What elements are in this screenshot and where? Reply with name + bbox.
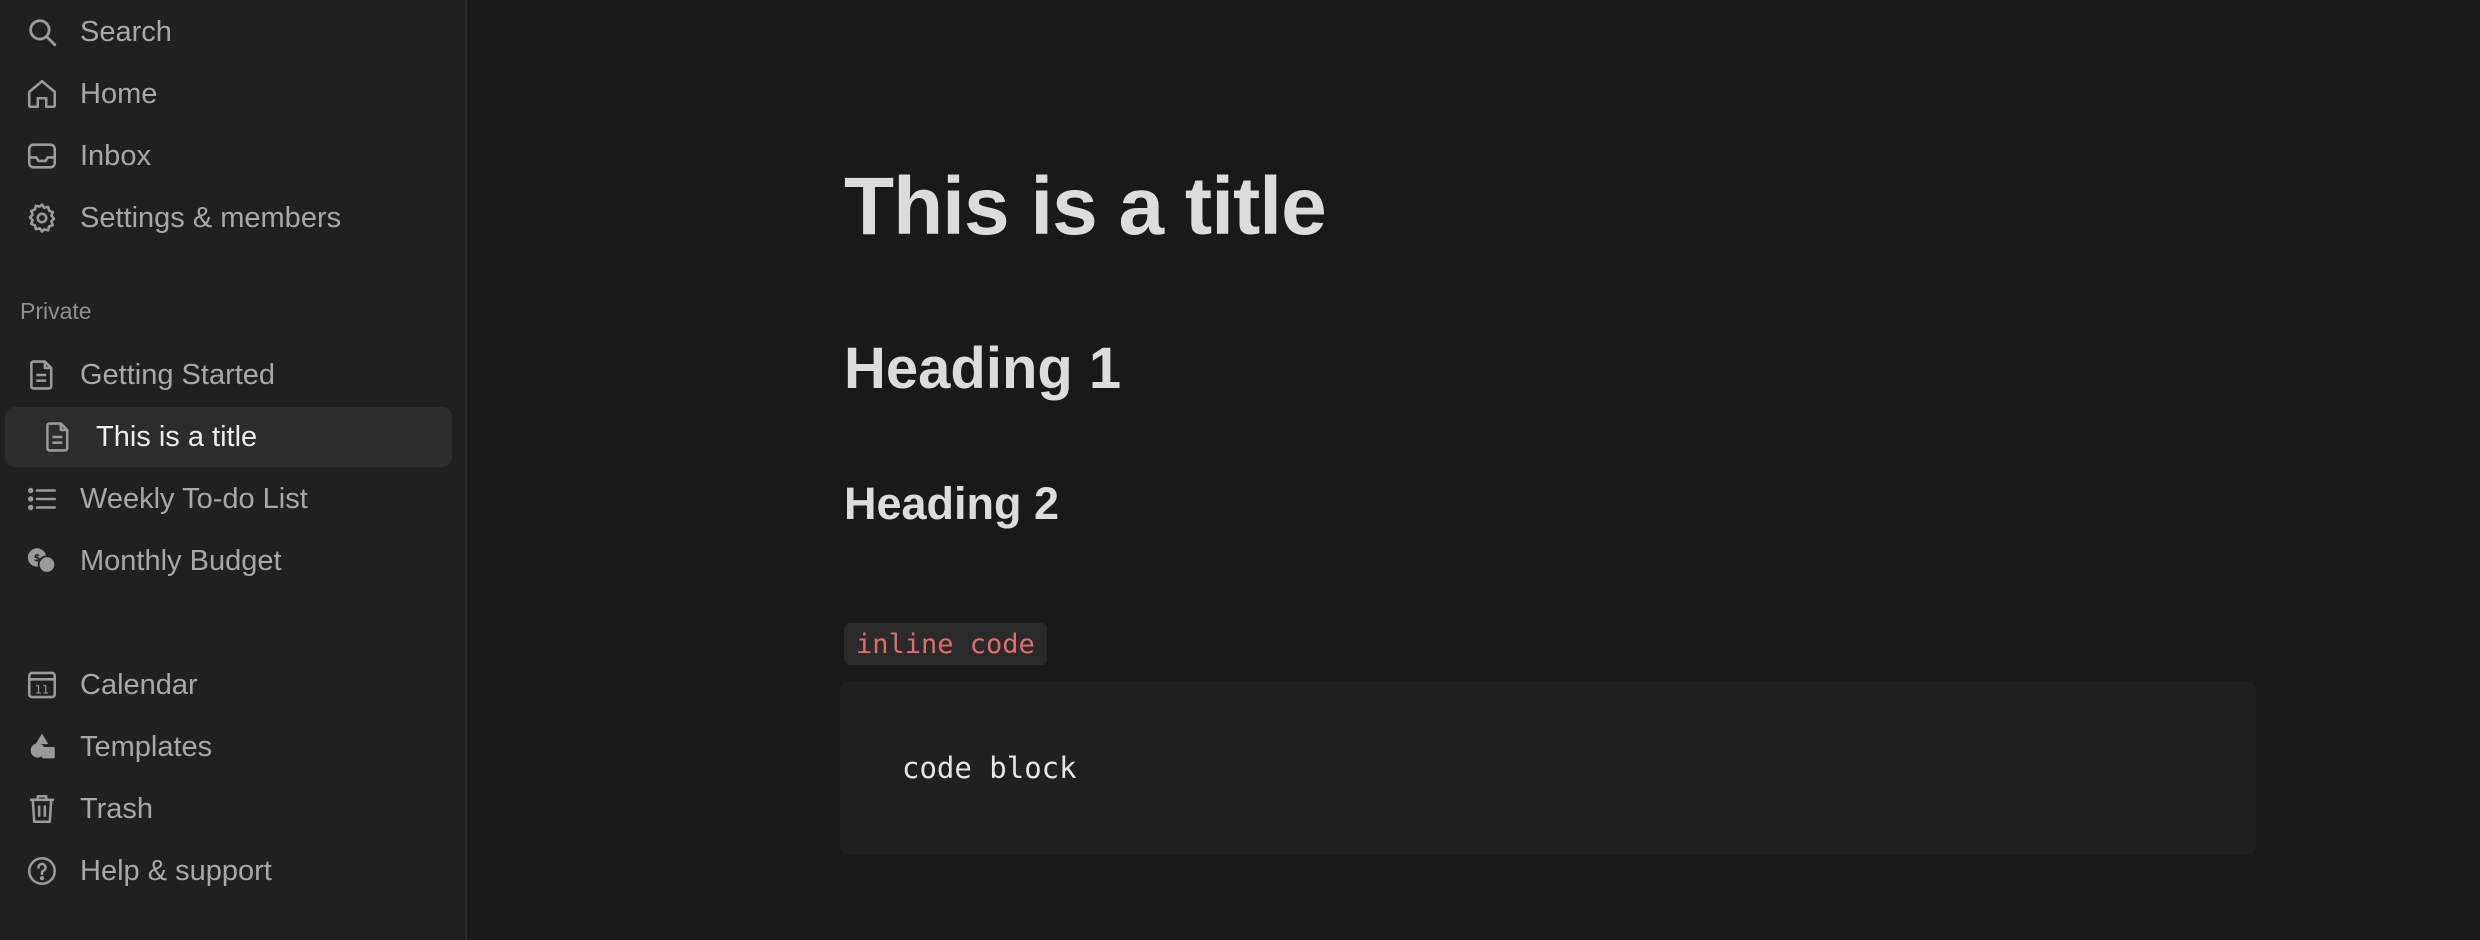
svg-text:11: 11 bbox=[35, 683, 49, 697]
heading-2[interactable]: Heading 2 bbox=[844, 478, 1059, 530]
document-icon bbox=[22, 355, 62, 395]
app-window: Search Home Inbox Settings & members Pri… bbox=[0, 0, 2480, 940]
sidebar-item-label: Templates bbox=[80, 730, 213, 763]
trash-icon bbox=[22, 789, 62, 829]
sidebar-item-help[interactable]: Help & support bbox=[5, 841, 452, 901]
page-title[interactable]: This is a title bbox=[844, 160, 1327, 254]
sidebar-item-home[interactable]: Home bbox=[5, 64, 452, 124]
coins-icon: $ bbox=[22, 541, 62, 581]
sidebar-item-label: Home bbox=[80, 77, 158, 110]
sidebar-item-templates[interactable]: Templates bbox=[5, 717, 452, 777]
code-block-text: code block bbox=[902, 751, 1077, 785]
sidebar-item-label: Weekly To-do List bbox=[80, 482, 308, 515]
help-icon bbox=[22, 851, 62, 891]
sidebar-item-weekly-todo[interactable]: Weekly To-do List bbox=[5, 469, 452, 529]
sidebar-item-trash[interactable]: Trash bbox=[5, 779, 452, 839]
sidebar-item-label: Help & support bbox=[80, 854, 272, 887]
code-block[interactable]: code block bbox=[840, 682, 2256, 854]
section-label-private: Private bbox=[20, 298, 92, 324]
sidebar-item-inbox[interactable]: Inbox bbox=[5, 126, 452, 186]
list-icon bbox=[22, 479, 62, 519]
heading-1[interactable]: Heading 1 bbox=[844, 335, 1121, 402]
sidebar-item-label: Settings & members bbox=[80, 201, 342, 234]
sidebar-item-label: Search bbox=[80, 15, 172, 48]
sidebar-item-monthly-budget[interactable]: $ Monthly Budget bbox=[5, 531, 452, 591]
gear-icon bbox=[22, 198, 62, 238]
home-icon bbox=[22, 74, 62, 114]
inline-code[interactable]: inline code bbox=[844, 623, 1047, 665]
document-icon bbox=[38, 417, 78, 457]
sidebar-item-search[interactable]: Search bbox=[5, 2, 452, 62]
sidebar: Search Home Inbox Settings & members Pri… bbox=[0, 0, 467, 940]
shapes-icon bbox=[22, 727, 62, 767]
sidebar-item-label: Inbox bbox=[80, 139, 151, 172]
calendar-icon: 11 bbox=[22, 665, 62, 705]
sidebar-item-getting-started[interactable]: Getting Started bbox=[5, 345, 452, 405]
sidebar-item-this-is-a-title[interactable]: This is a title bbox=[5, 407, 452, 467]
sidebar-item-label: Monthly Budget bbox=[80, 544, 282, 577]
inbox-icon bbox=[22, 136, 62, 176]
sidebar-item-label: This is a title bbox=[96, 420, 258, 453]
search-icon bbox=[22, 12, 62, 52]
sidebar-item-settings[interactable]: Settings & members bbox=[5, 188, 452, 248]
sidebar-item-label: Getting Started bbox=[80, 358, 276, 391]
sidebar-item-calendar[interactable]: 11 Calendar bbox=[5, 655, 452, 715]
editor: This is a title Heading 1 Heading 2 inli… bbox=[467, 0, 2480, 940]
sidebar-item-label: Calendar bbox=[80, 668, 198, 701]
svg-text:$: $ bbox=[34, 553, 41, 564]
sidebar-item-label: Trash bbox=[80, 792, 154, 825]
